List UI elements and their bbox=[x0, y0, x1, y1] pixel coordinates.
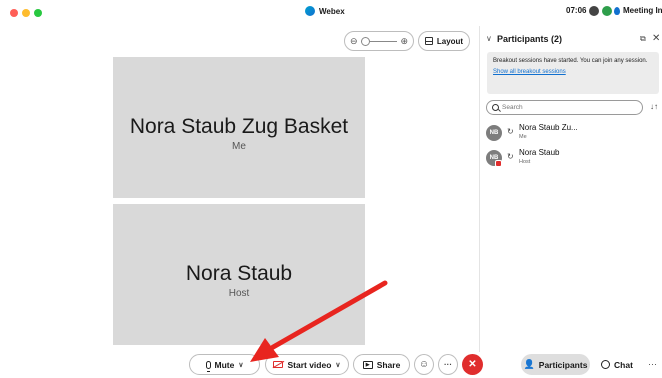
meeting-info-label: Meeting Info bbox=[623, 6, 662, 15]
video-label: Start video bbox=[287, 359, 332, 370]
webex-logo-icon bbox=[305, 6, 315, 16]
audio-status-icon: ↻ bbox=[507, 152, 514, 161]
chat-button[interactable]: Chat bbox=[596, 354, 638, 375]
video-tile-self[interactable]: Nora Staub Zug Basket Me bbox=[113, 57, 365, 198]
participants-panel: ∨ Participants (2) ⧉ ✕ Breakout sessions… bbox=[479, 26, 662, 352]
zoom-slider-handle[interactable] bbox=[360, 36, 370, 46]
window-minimize-button[interactable] bbox=[22, 9, 30, 17]
mute-label: Mute bbox=[214, 359, 235, 370]
layout-label: Layout bbox=[436, 36, 464, 46]
start-video-button[interactable]: Start video ∨ bbox=[265, 354, 349, 375]
participants-button[interactable]: 👤 Participants bbox=[521, 354, 590, 375]
participants-label: Participants bbox=[538, 359, 588, 370]
more-icon: ··· bbox=[444, 360, 452, 369]
sort-icon[interactable]: ↓↑ bbox=[650, 102, 658, 111]
app-title-text: Webex bbox=[319, 6, 345, 16]
mic-icon bbox=[205, 360, 211, 372]
chevron-down-icon[interactable]: ∨ bbox=[238, 361, 243, 369]
tile-role: Me bbox=[232, 141, 246, 152]
video-tile-host[interactable]: Nora Staub Host bbox=[113, 204, 365, 345]
chat-icon bbox=[601, 360, 611, 369]
connection-icon bbox=[602, 6, 612, 16]
show-breakout-sessions-link[interactable]: Show all breakout sessions bbox=[493, 69, 653, 75]
zoom-control[interactable]: ⊖ ⊕ bbox=[344, 31, 414, 51]
panel-title: Participants (2) bbox=[497, 34, 563, 44]
notice-text: Breakout sessions have started. You can … bbox=[493, 58, 648, 64]
meeting-info-button[interactable]: Meeting Info bbox=[614, 6, 662, 15]
title-bar: Webex 07:06 Meeting Info bbox=[0, 0, 662, 26]
layout-button[interactable]: Layout bbox=[418, 31, 470, 51]
breakout-notice: Breakout sessions have started. You can … bbox=[487, 52, 659, 94]
participants-icon: 👤 bbox=[523, 359, 535, 369]
participant-name: Nora Staub bbox=[519, 148, 560, 157]
shield-icon bbox=[614, 6, 620, 15]
search-icon bbox=[492, 104, 499, 111]
chat-label: Chat bbox=[614, 359, 633, 370]
search-input[interactable] bbox=[502, 104, 632, 111]
host-badge-icon bbox=[495, 160, 502, 167]
status-icon bbox=[589, 6, 599, 16]
end-call-icon: ✕ bbox=[468, 359, 477, 370]
share-button[interactable]: ▶ Share bbox=[353, 354, 410, 375]
video-off-icon bbox=[273, 361, 284, 368]
zoom-out-icon[interactable]: ⊖ bbox=[350, 36, 358, 47]
chevron-down-icon[interactable]: ∨ bbox=[335, 361, 340, 369]
search-box[interactable] bbox=[486, 100, 643, 115]
layout-icon bbox=[424, 37, 433, 45]
clock: 07:06 bbox=[566, 6, 587, 15]
participant-role: Me bbox=[519, 134, 527, 140]
app-title: Webex bbox=[305, 6, 345, 16]
tile-role: Host bbox=[228, 288, 250, 299]
share-label: Share bbox=[376, 359, 401, 370]
meeting-toolbar: Mute ∨ Start video ∨ ▶ Share ☺ ··· ✕ 👤 P… bbox=[0, 352, 662, 378]
more-options-button[interactable]: ··· bbox=[438, 354, 458, 375]
participant-row[interactable]: NB ↻ Nora Staub Zu... Me bbox=[486, 123, 656, 145]
participant-role: Host bbox=[519, 159, 531, 165]
reactions-button[interactable]: ☺ bbox=[414, 354, 434, 375]
tile-name: Nora Staub bbox=[185, 262, 293, 285]
tile-name: Nora Staub Zug Basket bbox=[129, 115, 349, 138]
participant-row[interactable]: NB ↻ Nora Staub Host bbox=[486, 148, 656, 170]
reactions-icon: ☺ bbox=[418, 359, 430, 370]
window-maximize-button[interactable] bbox=[34, 9, 42, 17]
more-icon[interactable]: ··· bbox=[648, 359, 657, 369]
zoom-slider[interactable] bbox=[360, 36, 398, 46]
collapse-chevron-icon[interactable]: ∨ bbox=[486, 34, 492, 43]
zoom-in-icon[interactable]: ⊕ bbox=[400, 36, 408, 47]
end-call-button[interactable]: ✕ bbox=[462, 354, 483, 375]
popout-icon[interactable]: ⧉ bbox=[640, 34, 646, 44]
participant-name: Nora Staub Zu... bbox=[519, 123, 578, 132]
panel-header: ∨ Participants (2) ⧉ ✕ bbox=[480, 32, 662, 48]
close-icon[interactable]: ✕ bbox=[652, 33, 660, 44]
audio-status-icon: ↻ bbox=[507, 127, 514, 136]
mute-button[interactable]: Mute ∨ bbox=[189, 354, 260, 375]
window-close-button[interactable] bbox=[10, 9, 18, 17]
avatar: NB bbox=[486, 125, 502, 141]
share-icon: ▶ bbox=[362, 360, 373, 369]
